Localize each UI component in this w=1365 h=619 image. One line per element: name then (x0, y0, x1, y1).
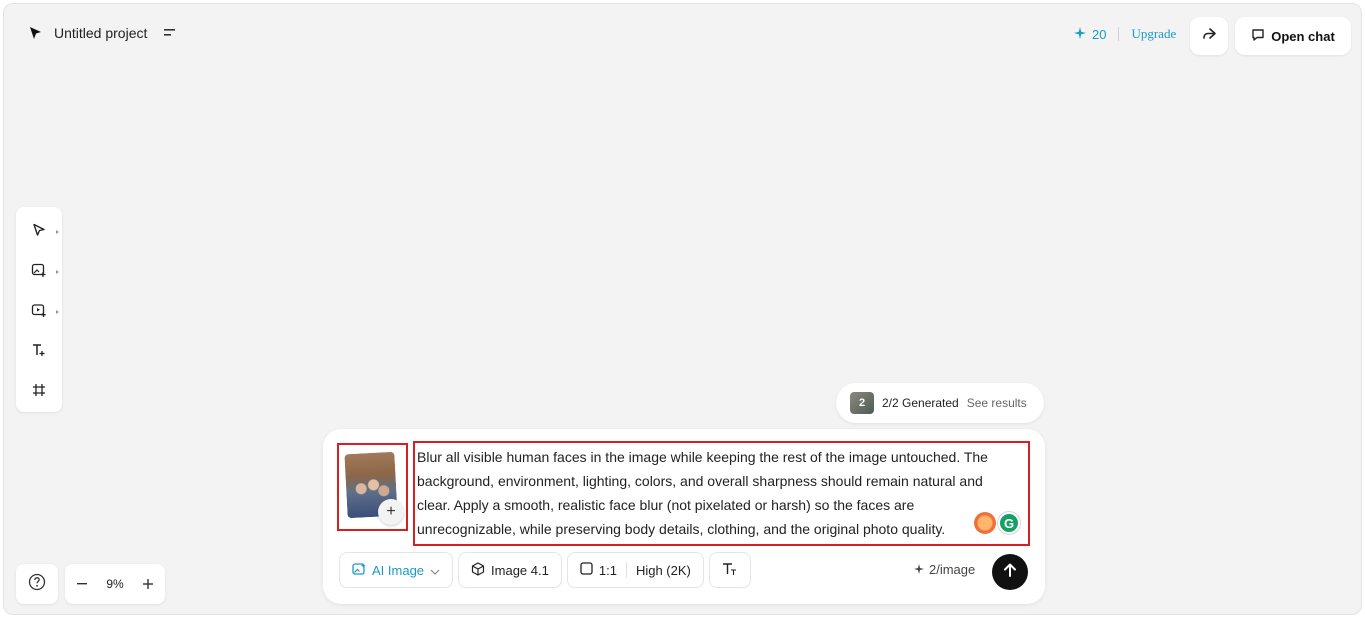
generation-controls: AI Image Image 4.1 1:1 High (2K) (339, 552, 751, 588)
credits-count: 20 (1092, 26, 1107, 42)
ai-image-icon (352, 562, 366, 579)
cost-indicator: 2/image (914, 562, 975, 577)
select-tool-button[interactable] (25, 218, 59, 246)
frame-icon (32, 383, 46, 402)
menu-icon[interactable] (161, 24, 179, 42)
model-label: Image 4.1 (491, 562, 549, 578)
results-thumbnail: 2 (850, 392, 874, 414)
video-tool-button[interactable] (25, 298, 59, 326)
sparkle-icon (1074, 26, 1086, 42)
left-toolbar (16, 207, 62, 412)
text-style-button[interactable] (708, 552, 751, 588)
chevron-down-icon (430, 563, 440, 578)
arrow-up-icon (1002, 562, 1018, 583)
pointer-icon (32, 223, 46, 242)
chat-bubble-icon (1251, 28, 1265, 45)
emoji-extension-icon[interactable] (974, 512, 996, 534)
credits-area: 20 Upgrade (1074, 26, 1176, 42)
zoom-control: 9% (65, 564, 165, 604)
cost-label: 2/image (929, 562, 976, 577)
share-icon (1201, 26, 1217, 47)
expand-caret-icon (56, 270, 59, 274)
divider (1118, 27, 1120, 41)
image-plus-icon (31, 262, 47, 283)
zoom-out-button[interactable] (75, 577, 89, 591)
expand-caret-icon (56, 310, 59, 314)
prompt-text[interactable]: Blur all visible human faces in the imag… (417, 445, 1012, 541)
open-chat-label: Open chat (1271, 28, 1335, 44)
image-tool-button[interactable] (25, 258, 59, 286)
size-selector[interactable]: 1:1 High (2K) (566, 552, 704, 588)
project-title[interactable]: Untitled project (54, 25, 147, 41)
zoom-level: 9% (106, 577, 124, 591)
text-plus-icon (31, 342, 47, 363)
send-button[interactable] (992, 554, 1028, 590)
mode-dropdown[interactable]: AI Image (339, 552, 454, 588)
square-ratio-icon (580, 562, 593, 578)
prompt-input[interactable]: Blur all visible human faces in the imag… (413, 441, 1030, 546)
frame-tool-button[interactable] (25, 378, 53, 406)
results-pill[interactable]: 2 2/2 Generated See results (836, 383, 1044, 423)
reference-image-slot[interactable]: + (337, 443, 408, 531)
sparkle-icon (914, 562, 924, 577)
canvas[interactable]: Untitled project 20 Upgrade Open chat 9%… (3, 3, 1362, 615)
logo-cursor-icon[interactable] (26, 24, 44, 42)
open-chat-button[interactable]: Open chat (1235, 17, 1351, 55)
add-reference-button[interactable]: + (378, 499, 404, 525)
video-plus-icon (31, 302, 47, 323)
text-size-icon (722, 562, 738, 579)
model-selector[interactable]: Image 4.1 (458, 552, 562, 588)
question-circle-icon (28, 573, 46, 596)
grammarly-icon[interactable]: G (998, 512, 1020, 534)
share-button[interactable] (1190, 17, 1228, 55)
upgrade-link[interactable]: Upgrade (1131, 26, 1176, 42)
divider (625, 562, 627, 578)
zoom-in-button[interactable] (141, 577, 155, 591)
mode-label: AI Image (372, 562, 425, 578)
text-tool-button[interactable] (25, 338, 53, 366)
ratio-label: 1:1 (598, 562, 617, 578)
generated-count: 2/2 Generated (882, 396, 959, 410)
see-results-link[interactable]: See results (967, 396, 1027, 410)
quality-label: High (2K) (635, 562, 691, 578)
expand-caret-icon (56, 230, 59, 234)
extension-icons: G (974, 512, 1020, 534)
cube-icon (471, 561, 485, 579)
help-button[interactable] (16, 564, 58, 604)
prompt-panel: + Blur all visible human faces in the im… (323, 429, 1045, 604)
project-header: Untitled project (26, 24, 179, 42)
